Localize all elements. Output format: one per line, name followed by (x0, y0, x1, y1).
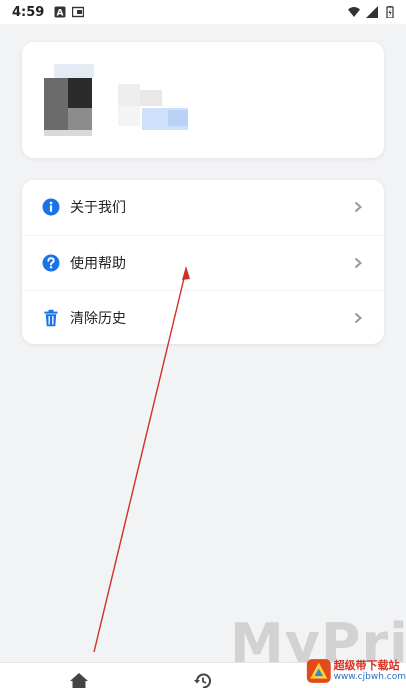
status-system-icons (348, 6, 396, 18)
wifi-icon (348, 7, 360, 17)
menu-item-about-us[interactable]: 关于我们 (22, 180, 384, 234)
avatar[interactable] (44, 64, 96, 136)
badge-blur (168, 110, 188, 126)
nickname-blur (118, 106, 140, 126)
info-icon (42, 198, 60, 216)
battery-icon (386, 6, 394, 18)
site-badge-url: www.cjbwh.com (333, 672, 406, 682)
status-time: 4:59 (12, 4, 45, 20)
app-notification-icon: A (54, 6, 66, 18)
home-icon[interactable] (70, 673, 88, 688)
site-badge-title: 超级带下载站 (333, 659, 400, 672)
nickname-blur (118, 84, 140, 106)
menu-item-label: 关于我们 (70, 200, 126, 216)
profile-card[interactable] (22, 42, 384, 158)
nickname-blur (140, 90, 162, 106)
signal-icon (366, 6, 378, 18)
menu-item-clear-history[interactable]: 清除历史 (22, 290, 384, 344)
screen-notification-icon (72, 6, 85, 18)
chevron-right-icon (354, 257, 362, 268)
site-logo-icon (306, 659, 331, 683)
status-bar: 4:59 A (0, 0, 406, 24)
status-notification-icons: A (54, 6, 85, 18)
site-badge: 超级带下载站 www.cjbwh.com (306, 654, 406, 688)
menu-item-label: 使用帮助 (70, 255, 126, 272)
menu-card: 关于我们 使用帮助 清除历史 (22, 180, 384, 344)
help-icon (42, 254, 60, 271)
trash-icon (44, 309, 58, 326)
history-icon[interactable] (194, 673, 212, 688)
chevron-right-icon (354, 201, 362, 213)
svg-text:A: A (57, 9, 64, 19)
menu-item-label: 清除历史 (70, 310, 126, 327)
chevron-right-icon (354, 312, 362, 323)
menu-item-help[interactable]: 使用帮助 (22, 235, 384, 289)
